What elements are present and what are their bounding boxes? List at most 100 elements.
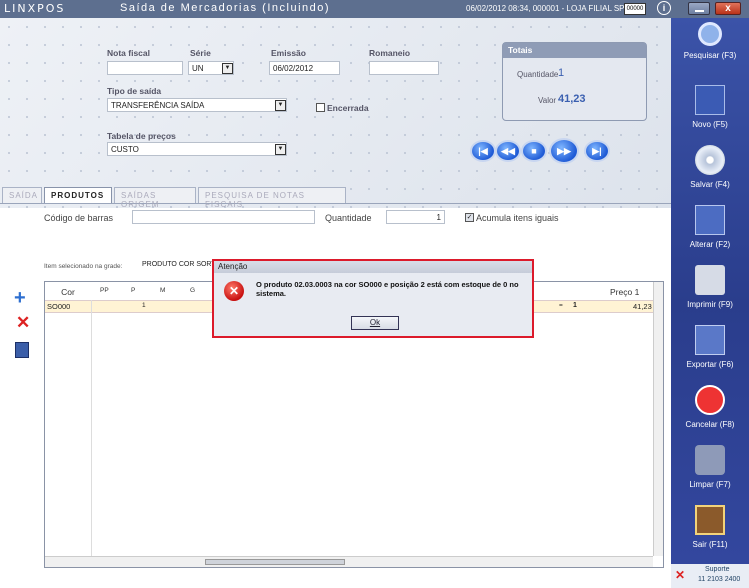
sidebar-item-alterar[interactable]: Alterar (F2) [671,205,749,249]
chevron-down-icon[interactable]: ▼ [275,144,286,155]
row-qty-prefix: = [559,302,563,309]
alert-dialog: Atenção ✕ O produto 02.03.0003 na cor SO… [212,259,534,338]
tipo-saida-value: TRANSFERÊNCIA SAÍDA [111,101,205,110]
emissao-label: Emissão [271,48,306,58]
tab-produtos[interactable]: PRODUTOS [44,187,112,203]
col-g[interactable]: G [190,282,195,300]
emissao-field[interactable]: 06/02/2012 [269,61,340,75]
sidebar-item-salvar[interactable]: Salvar (F4) [671,145,749,189]
col-pp[interactable]: PP [100,282,109,300]
sidebar-label: Exportar (F6) [686,360,734,369]
tab-saida[interactable]: SAÍDA [2,187,42,203]
title-bar: LINXPOS Saída de Mercadorias (Incluindo)… [0,0,749,18]
first-record-button[interactable]: |◀ [470,140,496,162]
row-cor: SO000 [47,302,71,311]
sidebar-item-limpar[interactable]: Limpar (F7) [671,445,749,489]
support-label: Suporte [705,566,730,573]
cancel-icon [695,385,725,415]
sidebar-label: Alterar (F2) [689,240,731,249]
quantidade-label: Quantidade [325,213,372,223]
nota-fiscal-label: Nota fiscal [107,48,150,58]
close-button[interactable]: x [715,2,741,15]
disc-icon [695,145,725,175]
serie-label: Série [190,48,211,58]
dialog-title: Atenção [214,261,532,273]
support-panel[interactable]: ✕ Suporte 11 2103 2400 [671,564,749,588]
info-icon[interactable]: i [657,1,671,15]
sidebar-item-exportar[interactable]: Exportar (F6) [671,325,749,369]
sidebar-item-pesquisar[interactable]: Pesquisar (F3) [671,22,749,60]
tabela-precos-label: Tabela de preços [107,131,176,141]
col-m[interactable]: M [160,282,165,300]
chevron-down-icon[interactable]: ▼ [222,63,233,74]
encerrada-label: Encerrada [327,103,369,113]
tipo-saida-label: Tipo de saída [107,86,162,96]
sidebar-label: Sair (F11) [692,540,728,549]
acumula-label: Acumula itens iguais [476,213,559,223]
romaneio-label: Romaneio [369,48,411,58]
support-phone: 11 2103 2400 [698,576,741,583]
tabela-precos-select[interactable]: CUSTO ▼ [107,142,287,156]
sidebar-item-cancelar[interactable]: Cancelar (F8) [671,385,749,429]
add-icon[interactable]: + [14,287,26,310]
horizontal-scrollbar[interactable] [45,556,653,567]
grid-divider [91,300,92,556]
sidebar-item-imprimir[interactable]: Imprimir (F9) [671,265,749,309]
header-form: Nota fiscal Série UN ▼ Emissão 06/02/201… [0,18,671,208]
quantidade-field[interactable]: 1 [386,210,445,224]
export-icon [695,325,725,355]
film-icon[interactable] [15,342,29,358]
totais-valor-value: 41,23 [558,93,586,105]
col-preco[interactable]: Preço 1 [610,282,639,300]
codigo-barras-label: Código de barras [44,213,114,223]
tabela-precos-value: CUSTO [111,145,139,154]
totais-panel: Totais Quantidade 1 Valor 41,23 [502,42,647,121]
printer-icon [695,265,725,295]
previous-record-button[interactable]: ◀◀ [495,140,521,162]
col-p[interactable]: P [131,282,135,300]
exit-door-icon [695,505,725,535]
acumula-checkbox[interactable]: ✓ [465,213,474,222]
sidebar-item-novo[interactable]: Novo (F5) [671,85,749,129]
sidebar-label: Imprimir (F9) [687,300,733,309]
serie-value: UN [192,64,204,73]
sidebar-label: Salvar (F4) [690,180,730,189]
new-document-icon [695,85,725,115]
tipo-saida-select[interactable]: TRANSFERÊNCIA SAÍDA ▼ [107,98,287,112]
stop-button[interactable]: ■ [521,140,547,162]
support-logo-icon: ✕ [675,568,686,582]
window-title: Saída de Mercadorias (Incluindo) [120,2,331,14]
sidebar-item-sair[interactable]: Sair (F11) [671,505,749,549]
totais-title: Totais [503,43,646,58]
item-selecionado-label: Item selecionado na grade: [44,263,123,270]
romaneio-field[interactable] [369,61,439,75]
serie-select[interactable]: UN ▼ [188,61,234,75]
ok-button[interactable]: Ok [351,316,399,330]
broom-icon [695,445,725,475]
totais-valor-label: Valor [538,96,557,105]
sidebar-label: Cancelar (F8) [685,420,735,429]
last-record-button[interactable]: ▶| [584,140,610,162]
vertical-scrollbar[interactable] [653,282,663,556]
keyboard-icon[interactable]: 00000 [624,3,646,15]
tab-pesquisa-notas[interactable]: PESQUISA DE NOTAS FISCAIS [198,187,346,209]
delete-icon[interactable]: ✕ [16,313,30,333]
action-sidebar: Pesquisar (F3) Novo (F5) Salvar (F4) Alt… [671,18,749,588]
codigo-barras-field[interactable] [132,210,315,224]
row-preco: 41,23 [633,302,652,311]
magnifier-icon [698,22,722,46]
dialog-message: O produto 02.03.0003 na cor SO000 e posi… [256,280,519,298]
totais-quantidade-value: 1 [558,67,565,79]
next-record-button[interactable]: ▶▶ [549,138,579,164]
nota-fiscal-field[interactable] [107,61,183,75]
chevron-down-icon[interactable]: ▼ [275,100,286,111]
sidebar-label: Limpar (F7) [689,480,731,489]
col-cor[interactable]: Cor [45,282,91,300]
tab-saidas-origem[interactable]: SAÍDAS ORIGEM [114,187,196,209]
tab-bar: SAÍDA PRODUTOS SAÍDAS ORIGEM PESQUISA DE… [0,186,671,209]
minimize-button[interactable] [688,2,710,15]
row-qty: 1 [573,302,577,309]
app-logo: LINXPOS [4,2,66,15]
scroll-thumb[interactable] [205,559,345,565]
encerrada-checkbox[interactable] [316,103,325,112]
